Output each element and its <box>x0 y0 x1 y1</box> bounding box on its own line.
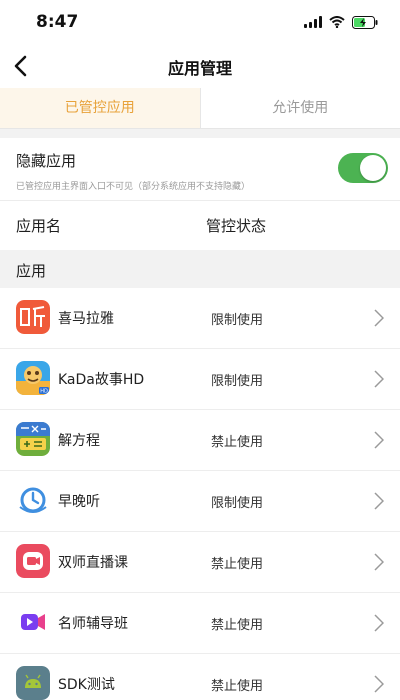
column-headers: 应用名 管控状态 <box>0 200 400 250</box>
navigation-bar: 应用管理 <box>0 44 400 88</box>
hide-apps-setting: 隐藏应用 已管控应用主界面入口不可见（部分系统应用不支持隐藏） <box>0 138 400 201</box>
battery-charging-icon <box>352 15 378 29</box>
app-control-status: 禁止使用 <box>211 435 264 450</box>
list-item[interactable]: 喜马拉雅 限制使用 <box>0 288 400 349</box>
status-bar: 8:47 <box>0 0 400 44</box>
column-header-app-name: 应用名 <box>16 217 62 235</box>
app-management-screen: 8:47 应用管理 已管控应用 允许使用 隐藏应用 已管控应用主界面入口不可见（… <box>0 0 400 700</box>
app-name: 喜马拉雅 <box>58 311 114 327</box>
app-control-status: 限制使用 <box>211 374 264 389</box>
section-label: 应用 <box>16 262 47 280</box>
tab-managed-apps[interactable]: 已管控应用 <box>0 88 200 128</box>
app-control-status: 限制使用 <box>211 496 264 511</box>
app-control-status: 限制使用 <box>211 313 264 328</box>
app-name: KaDa故事HD <box>58 372 145 388</box>
app-name: 名师辅导班 <box>58 616 128 632</box>
list-item[interactable]: SDK测试 禁止使用 <box>0 654 400 700</box>
kada-icon: HD <box>16 361 50 395</box>
chevron-right-icon <box>374 675 384 693</box>
app-name: SDK测试 <box>58 677 115 693</box>
app-list: 喜马拉雅 限制使用 HD KaDa故事HD 限制使用 解方程 禁止使用 早晚听 … <box>0 288 400 700</box>
section-spacer <box>0 129 400 138</box>
chevron-right-icon <box>374 553 384 571</box>
column-header-control-status: 管控状态 <box>206 217 267 235</box>
svg-text:HD: HD <box>40 389 48 395</box>
list-item[interactable]: 名师辅导班 禁止使用 <box>0 593 400 654</box>
section-header: 应用 <box>0 250 400 288</box>
chevron-right-icon <box>374 370 384 388</box>
list-item[interactable]: 解方程 禁止使用 <box>0 410 400 471</box>
zaowanting-icon <box>16 483 50 517</box>
equation-icon <box>16 422 50 456</box>
cellular-signal-icon <box>304 16 322 28</box>
live-class-icon <box>16 544 50 578</box>
app-name: 早晚听 <box>58 494 100 510</box>
tab-bar: 已管控应用 允许使用 <box>0 88 400 129</box>
page-title: 应用管理 <box>167 59 232 78</box>
chevron-right-icon <box>374 309 384 327</box>
app-control-status: 禁止使用 <box>211 557 264 572</box>
chevron-right-icon <box>374 614 384 632</box>
chevron-right-icon <box>374 431 384 449</box>
chevron-right-icon <box>374 492 384 510</box>
toggle-knob <box>360 155 386 181</box>
android-icon <box>16 666 50 700</box>
ximalaya-icon <box>16 300 50 334</box>
status-time: 8:47 <box>36 12 79 32</box>
hide-apps-description: 已管控应用主界面入口不可见（部分系统应用不支持隐藏） <box>16 182 251 192</box>
tutor-class-icon <box>16 605 50 639</box>
app-name: 解方程 <box>58 433 100 449</box>
status-icons <box>304 14 378 30</box>
app-name: 双师直播课 <box>58 555 128 571</box>
wifi-icon <box>329 16 345 28</box>
list-item[interactable]: 双师直播课 禁止使用 <box>0 532 400 593</box>
tab-allowed-apps[interactable]: 允许使用 <box>199 88 400 128</box>
app-control-status: 禁止使用 <box>211 618 264 633</box>
list-item[interactable]: HD KaDa故事HD 限制使用 <box>0 349 400 410</box>
hide-apps-title: 隐藏应用 <box>16 152 77 170</box>
list-item[interactable]: 早晚听 限制使用 <box>0 471 400 532</box>
app-control-status: 禁止使用 <box>211 679 264 694</box>
hide-apps-toggle[interactable] <box>338 153 388 183</box>
